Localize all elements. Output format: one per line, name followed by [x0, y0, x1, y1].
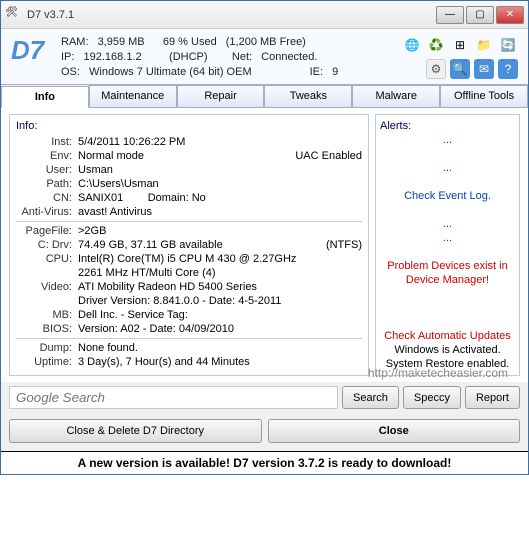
check-updates-alert: Check Automatic Updates	[380, 329, 515, 343]
tab-offline-tools[interactable]: Offline Tools	[440, 85, 528, 107]
info-panel: Info: Inst:5/4/2011 10:26:22 PM Env:Norm…	[9, 114, 369, 376]
folder-icon[interactable]: 📁	[474, 35, 494, 55]
mail-icon[interactable]: ✉	[474, 59, 494, 79]
ram-used: 69 % Used	[163, 36, 217, 48]
user-value: Usman	[78, 163, 362, 177]
search-icon[interactable]: 🔍	[450, 59, 470, 79]
info-title: Info:	[16, 119, 362, 133]
watermark: http://maketecheasier.com	[1, 366, 528, 380]
gear-icon[interactable]: ⚙	[426, 59, 446, 79]
close-delete-button[interactable]: Close & Delete D7 Directory	[9, 419, 262, 443]
ram-label: RAM:	[61, 36, 89, 48]
alerts-title: Alerts:	[380, 119, 515, 133]
tabs: Info Maintenance Repair Tweaks Malware O…	[1, 85, 528, 108]
alerts-panel: Alerts: ... ... Check Event Log. ... ...…	[375, 114, 520, 376]
help-icon[interactable]: ?	[498, 59, 518, 79]
net-value: Connected.	[261, 51, 317, 63]
report-button[interactable]: Report	[465, 386, 520, 409]
tab-maintenance[interactable]: Maintenance	[89, 85, 177, 107]
header: D7 RAM: 3,959 MB 69 % Used (1,200 MB Fre…	[1, 29, 528, 85]
speccy-button[interactable]: Speccy	[403, 386, 461, 409]
recycle-icon[interactable]: ♻️	[426, 35, 446, 55]
close-window-button[interactable]: ✕	[496, 6, 524, 24]
alert-dots: ...	[380, 133, 515, 147]
video-value: ATI Mobility Radeon HD 5400 Series	[78, 280, 362, 294]
update-bar: A new version is available! D7 version 3…	[1, 451, 528, 474]
refresh-icon[interactable]: 🔄	[498, 35, 518, 55]
ie-value: 9	[332, 66, 338, 78]
bios-value: Version: A02 - Date: 04/09/2010	[78, 322, 362, 336]
av-value: avast! Antivirus	[78, 205, 362, 219]
window-title: D7 v3.7.1	[27, 9, 436, 21]
ie-label: IE:	[310, 66, 323, 78]
video2-value: Driver Version: 8.841.0.0 - Date: 4-5-20…	[78, 294, 362, 308]
cn-value: SANIX01 Domain: No	[78, 191, 362, 205]
cpu-value: Intel(R) Core(TM) i5 CPU M 430 @ 2.27GHz	[78, 252, 362, 266]
net-label: Net:	[232, 51, 252, 63]
titlebar: 🛠 D7 v3.7.1 — ▢ ✕	[1, 1, 528, 29]
toolbar: 🌐 ♻️ ⊞ 📁 🔄 ⚙ 🔍 ✉ ?	[402, 35, 518, 80]
app-icon: 🛠	[5, 7, 21, 23]
ram-total: 3,959 MB	[98, 36, 145, 48]
system-info: RAM: 3,959 MB 69 % Used (1,200 MB Free) …	[61, 35, 402, 80]
ip-value: 192.168.1.2	[84, 51, 142, 63]
tab-tweaks[interactable]: Tweaks	[264, 85, 352, 107]
minimize-button[interactable]: —	[436, 6, 464, 24]
search-button[interactable]: Search	[342, 386, 399, 409]
close-button[interactable]: Close	[268, 419, 521, 443]
mb-value: Dell Inc. - Service Tag:	[78, 308, 362, 322]
os-value: Windows 7 Ultimate (64 bit) OEM	[89, 66, 252, 78]
globe-icon[interactable]: 🌐	[402, 35, 422, 55]
ip-label: IP:	[61, 51, 74, 63]
content: Info: Inst:5/4/2011 10:26:22 PM Env:Norm…	[1, 108, 528, 382]
dhcp: (DHCP)	[169, 51, 208, 63]
path-value: C:\Users\Usman	[78, 177, 362, 191]
check-event-log-link[interactable]: Check Event Log.	[380, 189, 515, 203]
cdrv-value: 74.49 GB, 37.11 GB available(NTFS)	[78, 238, 362, 252]
logo: D7	[11, 35, 61, 80]
window-buttons: — ▢ ✕	[436, 6, 524, 24]
inst-value: 5/4/2011 10:26:22 PM	[78, 135, 362, 149]
search-row: Search Speccy Report	[1, 380, 528, 415]
pagefile-value: >2GB	[78, 224, 362, 238]
bottom-row: Close & Delete D7 Directory Close	[1, 415, 528, 451]
windows-icon[interactable]: ⊞	[450, 35, 470, 55]
os-label: OS:	[61, 66, 80, 78]
dump-value: None found.	[78, 341, 362, 355]
env-value: Normal modeUAC Enabled	[78, 149, 362, 163]
cpu2-value: 2261 MHz HT/Multi Core (4)	[78, 266, 362, 280]
tab-malware[interactable]: Malware	[352, 85, 440, 107]
activated-msg: Windows is Activated.	[380, 343, 515, 357]
maximize-button[interactable]: ▢	[466, 6, 494, 24]
tab-info[interactable]: Info	[1, 86, 89, 108]
ram-free: (1,200 MB Free)	[226, 36, 306, 48]
search-input[interactable]	[9, 386, 338, 409]
tab-repair[interactable]: Repair	[177, 85, 265, 107]
problem-devices-alert: Problem Devices exist in Device Manager!	[380, 259, 515, 287]
app-window: 🛠 D7 v3.7.1 — ▢ ✕ D7 RAM: 3,959 MB 69 % …	[0, 0, 529, 475]
